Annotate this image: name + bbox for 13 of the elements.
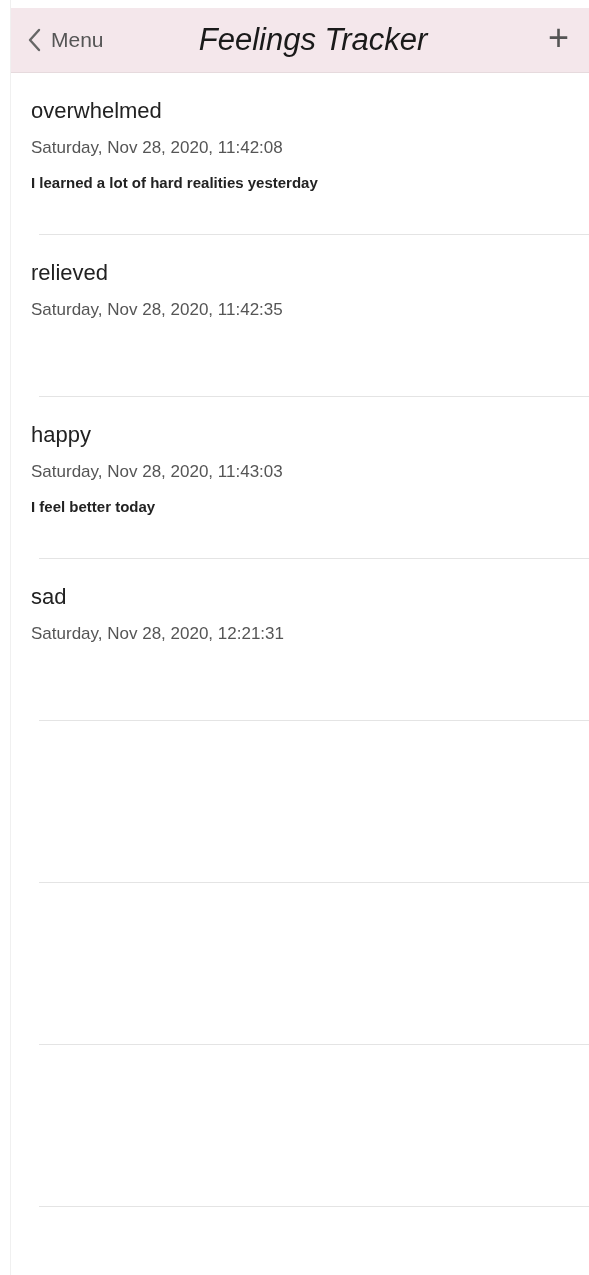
feeling-label: sad (31, 584, 67, 610)
feeling-label: happy (31, 422, 91, 448)
timestamp: Saturday, Nov 28, 2020, 11:42:35 (31, 300, 283, 320)
entry-note: I learned a lot of hard realities yesterday (31, 174, 318, 191)
timestamp: Saturday, Nov 28, 2020, 12:21:31 (31, 624, 284, 644)
timestamp: Saturday, Nov 28, 2020, 11:42:08 (31, 138, 283, 158)
screen-title: Feelings Tracker (198, 22, 428, 58)
feeling-label: overwhelmed (31, 98, 162, 124)
entry-note: I feel better today (31, 498, 156, 515)
back-button[interactable]: Menu (11, 28, 169, 52)
back-chevron-icon (27, 28, 41, 52)
feeling-label: relieved (31, 260, 109, 286)
timestamp: Saturday, Nov 28, 2020, 11:43:03 (31, 462, 283, 482)
